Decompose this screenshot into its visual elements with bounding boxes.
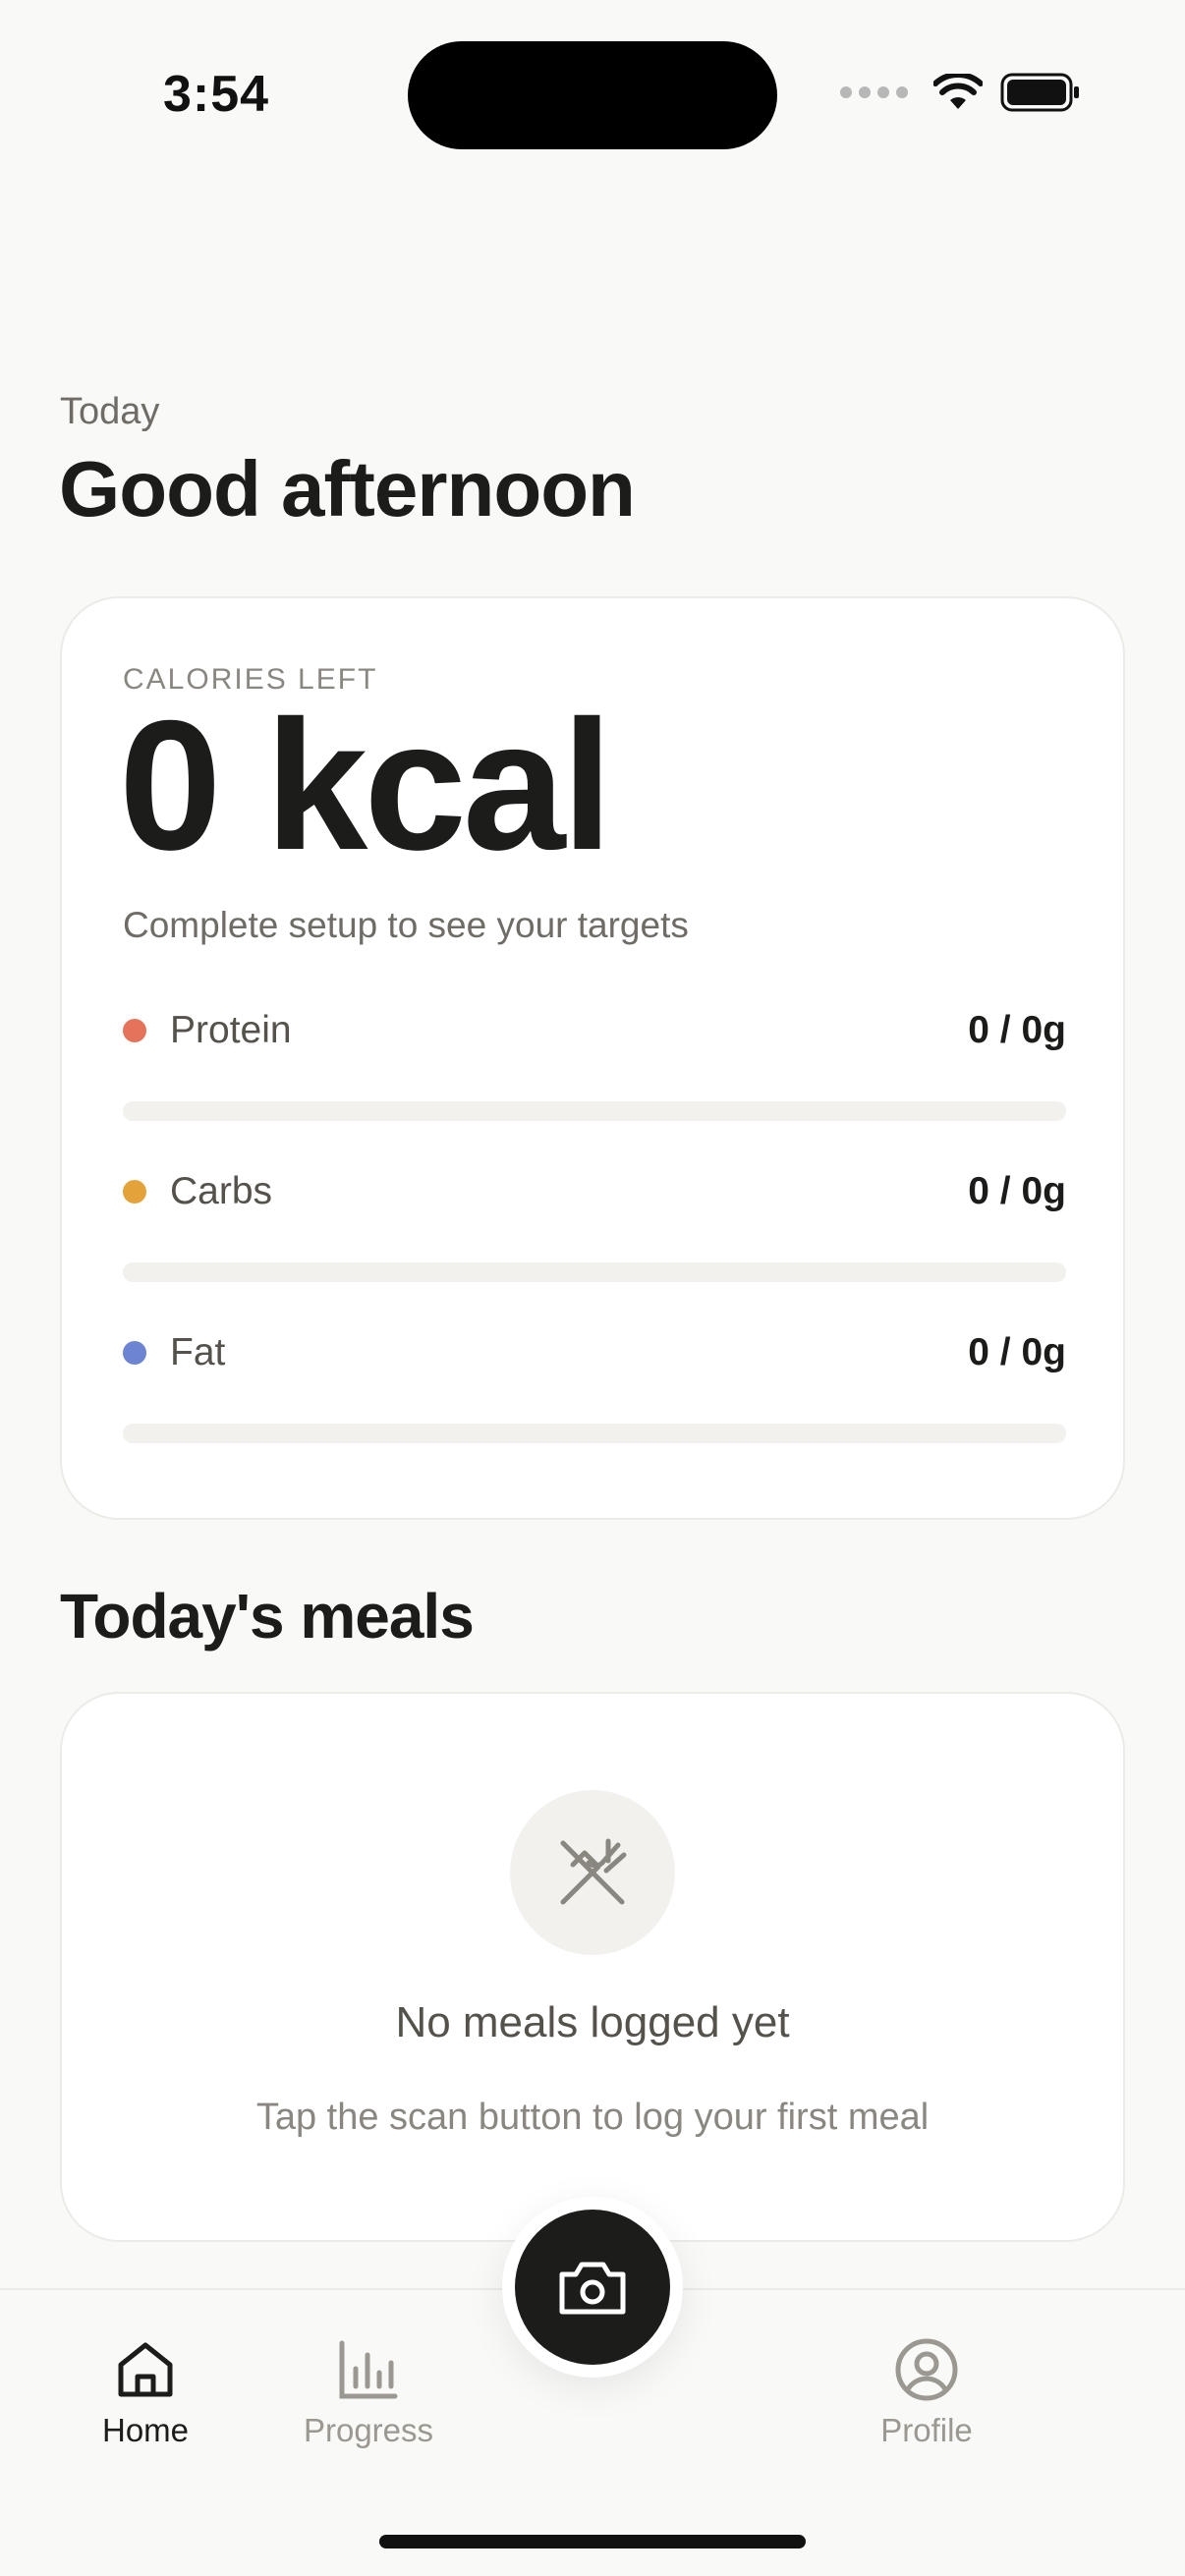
greeting-title: Good afternoon (59, 445, 636, 532)
bar-chart-icon (339, 2340, 398, 2399)
calories-card: CALORIES LEFT 0 kcal Complete setup to s… (60, 596, 1125, 1520)
camera-icon (559, 2262, 626, 2315)
wifi-icon (933, 74, 983, 109)
dynamic-island (408, 41, 777, 149)
macro-value: 0 / 0g (968, 1170, 1066, 1212)
tab-progress[interactable]: Progress (270, 2337, 467, 2449)
macro-name: Fat (170, 1331, 226, 1373)
macro-value: 0 / 0g (968, 1331, 1066, 1373)
tab-label: Progress (303, 2412, 434, 2448)
meals-empty-card: No meals logged yet Tap the scan button … (60, 1692, 1125, 2242)
macro-fat: Fat 0 / 0g (123, 1323, 1066, 1443)
todays-meals-heading: Today's meals (60, 1581, 475, 1652)
macro-carbs: Carbs 0 / 0g (123, 1162, 1066, 1282)
home-icon (118, 2342, 173, 2397)
empty-meals-hint: Tap the scan button to log your first me… (255, 2097, 930, 2138)
date-label: Today (60, 391, 160, 432)
carbs-dot (123, 1180, 146, 1204)
macro-progress-track (123, 1424, 1066, 1443)
tab-profile[interactable]: Profile (828, 2337, 1025, 2449)
battery-icon (1000, 73, 1079, 112)
macro-progress-track (123, 1101, 1066, 1121)
scan-button-ring (502, 2197, 683, 2378)
macro-name: Protein (170, 1009, 292, 1051)
empty-meals-title: No meals logged yet (395, 1998, 790, 2046)
protein-dot (123, 1019, 146, 1042)
home-screen: 3:54 Today Good afternoon CALORIES LEFT … (0, 0, 1185, 2576)
empty-meals-badge (510, 1790, 675, 1955)
tab-label: Home (101, 2412, 190, 2448)
macro-name: Carbs (170, 1170, 273, 1212)
fat-dot (123, 1341, 146, 1365)
tab-label: Profile (880, 2412, 973, 2448)
macro-protein: Protein 0 / 0g (123, 1001, 1066, 1121)
tab-home[interactable]: Home (47, 2337, 244, 2449)
status-icons (840, 73, 1081, 112)
calories-left-value: 0 kcal (119, 682, 613, 888)
macro-progress-track (123, 1262, 1066, 1282)
cellular-signal-icon (840, 86, 908, 98)
user-circle-icon (895, 2338, 958, 2401)
home-indicator (379, 2535, 806, 2548)
utensils-crossed-icon (560, 1838, 627, 1905)
calories-setup-hint: Complete setup to see your targets (123, 905, 689, 945)
status-time: 3:54 (163, 66, 270, 123)
macro-value: 0 / 0g (968, 1009, 1066, 1051)
scan-meal-button[interactable] (515, 2210, 670, 2365)
